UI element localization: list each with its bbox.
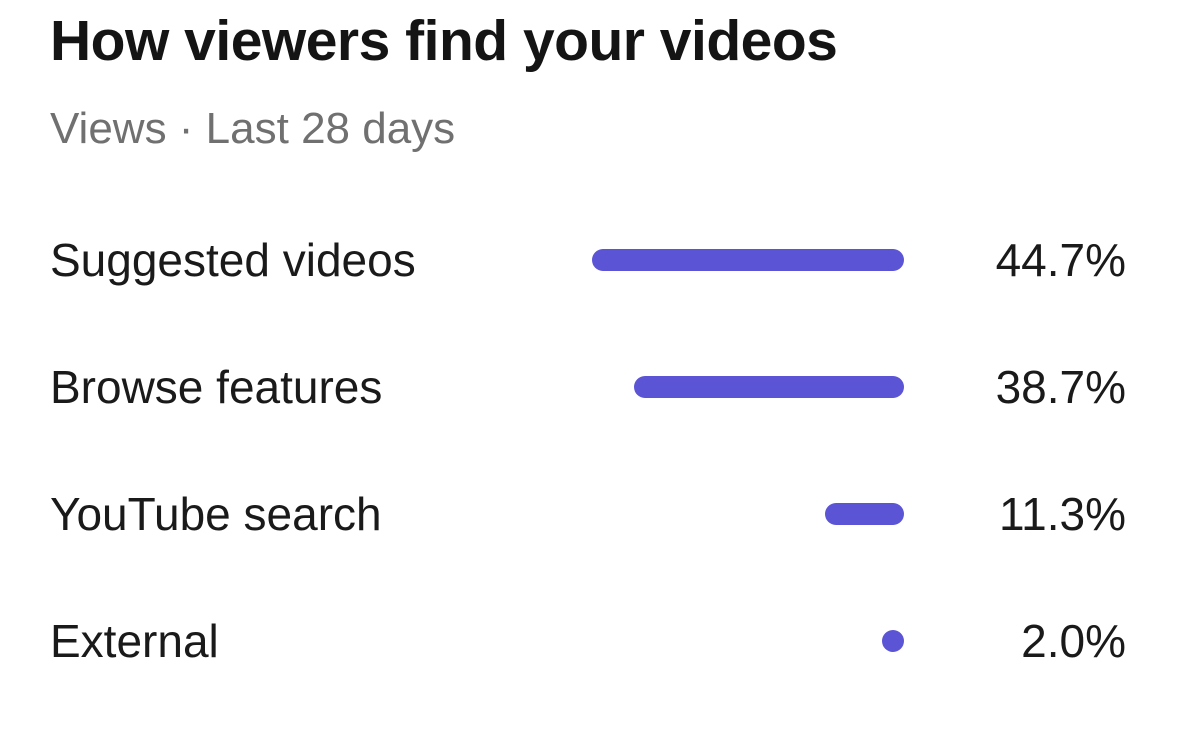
traffic-bar-browse-features <box>633 376 904 398</box>
traffic-source-percentage: 44.7% <box>995 234 1126 286</box>
traffic-bar-youtube-search <box>825 503 904 525</box>
traffic-sources-card: How viewers find your videos Views · Las… <box>0 0 1182 731</box>
traffic-row-browse-features: Browse features 38.7% <box>0 355 1182 419</box>
traffic-source-percentage: 11.3% <box>998 488 1126 540</box>
card-title: How viewers find your videos <box>50 9 838 73</box>
traffic-bar-suggested-videos <box>592 249 904 271</box>
traffic-source-label: External <box>50 615 219 667</box>
traffic-row-suggested-videos: Suggested videos 44.7% <box>0 228 1182 292</box>
traffic-source-percentage: 2.0% <box>1021 615 1126 667</box>
traffic-source-label: YouTube search <box>50 488 382 540</box>
traffic-bar-external <box>882 630 904 652</box>
traffic-row-youtube-search: YouTube search 11.3% <box>0 482 1182 546</box>
traffic-row-external: External 2.0% <box>0 609 1182 673</box>
traffic-source-label: Suggested videos <box>50 234 416 286</box>
traffic-source-percentage: 38.7% <box>995 361 1126 413</box>
card-subtitle: Views · Last 28 days <box>50 104 456 153</box>
traffic-source-label: Browse features <box>50 361 383 413</box>
